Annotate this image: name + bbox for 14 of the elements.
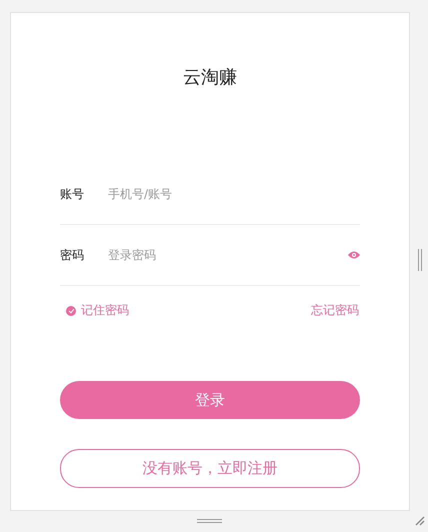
checkbox-label[interactable]: 记住密码 — [81, 302, 129, 319]
field-label: 账号 — [60, 186, 85, 202]
eye-icon[interactable] — [348, 251, 360, 259]
checkbox[interactable] — [66, 306, 76, 316]
input-field[interactable]: 登录密码 — [108, 248, 348, 262]
field-label: 密码 — [60, 246, 85, 264]
input-field[interactable]: 手机号/账号 — [108, 187, 360, 201]
register-button[interactable]: 没有账号，立即注册 — [60, 449, 360, 488]
resize-handle-icon[interactable] — [418, 249, 422, 271]
forgot-password-link[interactable]: 忘记密码 — [311, 302, 359, 319]
app-title: 云淘赚 — [183, 66, 237, 89]
resize-handle-icon[interactable] — [197, 519, 222, 523]
login-button[interactable]: 登录 — [60, 381, 360, 419]
resize-grip-icon[interactable] — [415, 516, 425, 526]
